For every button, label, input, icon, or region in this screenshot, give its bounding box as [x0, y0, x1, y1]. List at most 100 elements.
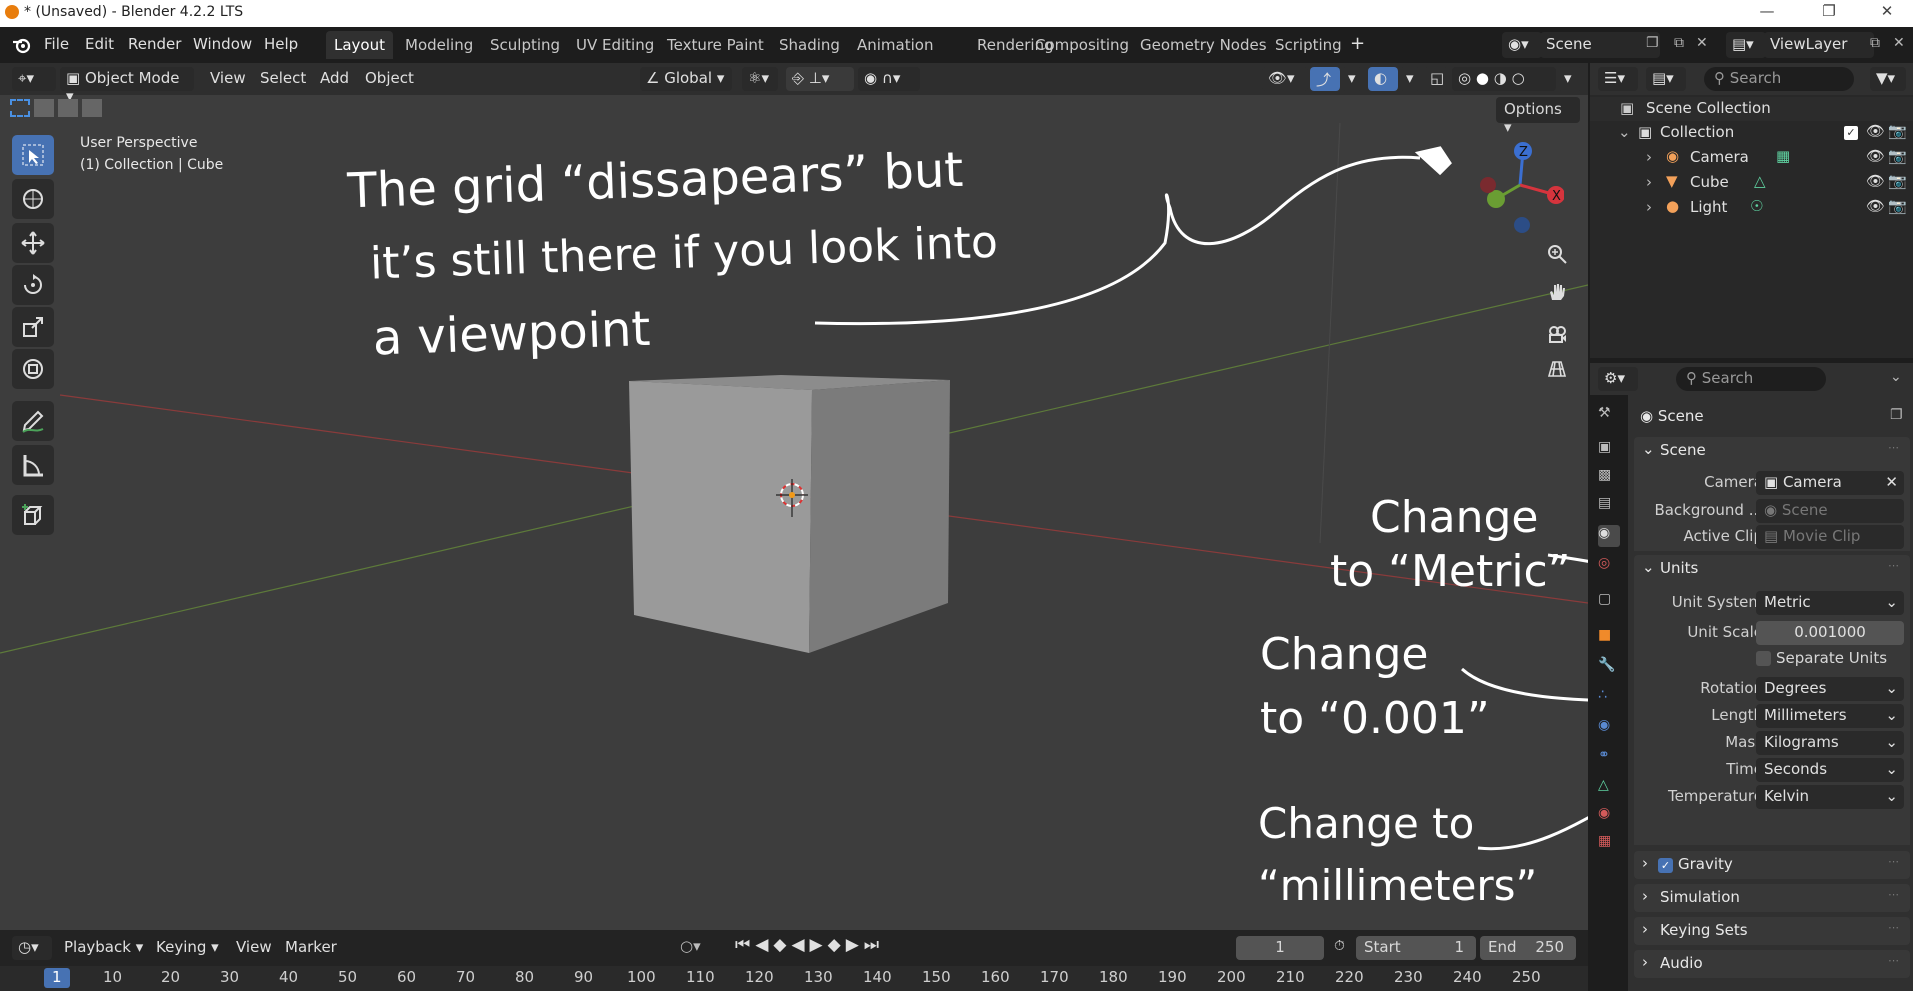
menu-view[interactable]: View: [210, 69, 246, 87]
visibility-eye-icon[interactable]: 👁: [1866, 122, 1885, 140]
xray-toggle[interactable]: ◱: [1424, 67, 1448, 91]
gravity-checkbox[interactable]: ✓: [1658, 858, 1673, 873]
outliner-row-scene-collection[interactable]: ▣ Scene Collection: [1590, 97, 1913, 121]
jump-end-icon[interactable]: ⏭: [864, 935, 884, 955]
end-frame-field[interactable]: End 250: [1480, 936, 1576, 960]
clear-camera-icon[interactable]: ✕: [1885, 473, 1898, 491]
data-tab-icon[interactable]: △: [1598, 777, 1620, 799]
delete-scene-icon[interactable]: ✕: [1696, 35, 1708, 51]
auto-keying-toggle[interactable]: ○▾: [680, 937, 701, 955]
start-frame-field[interactable]: Start 1: [1356, 936, 1476, 960]
close-window-button[interactable]: ✕: [1872, 2, 1902, 20]
tab-layout[interactable]: Layout: [326, 31, 393, 59]
measure-tool[interactable]: [12, 445, 54, 485]
menu-add[interactable]: Add: [320, 69, 349, 87]
overlay-dropdown[interactable]: ▾: [1400, 67, 1420, 91]
drag-handle-icon[interactable]: ⋯: [1888, 559, 1899, 572]
tab-texture-paint[interactable]: Texture Paint: [659, 31, 772, 59]
timeline-editor-type-dropdown[interactable]: ◷▾: [12, 936, 52, 960]
active-clip-field[interactable]: ▤ Movie Clip: [1756, 525, 1904, 549]
properties-search-input[interactable]: ⚲ Search: [1676, 367, 1826, 391]
timeline-editor[interactable]: ◷▾ Playback ▾ Keying ▾ View Marker ○▾ ⏮◀…: [0, 930, 1588, 991]
viewlayer-browse-icon[interactable]: ▤▾: [1726, 32, 1766, 58]
tab-compositing[interactable]: Compositing: [1027, 31, 1137, 59]
cursor-tool[interactable]: [12, 179, 54, 219]
tool-tab-icon[interactable]: ⚒: [1598, 405, 1620, 427]
mode-dropdown[interactable]: ▣ Object Mode ▾: [60, 67, 194, 105]
rotate-tool[interactable]: [12, 265, 54, 305]
current-frame-field[interactable]: 1: [1236, 936, 1324, 960]
render-camera-icon[interactable]: 📷: [1888, 122, 1907, 140]
scene-camera-field[interactable]: ▣ Camera ✕: [1756, 471, 1904, 495]
jump-start-icon[interactable]: ⏮: [735, 935, 755, 955]
gizmo-toggle[interactable]: ⤴: [1310, 67, 1340, 91]
menu-marker[interactable]: Marker: [285, 938, 337, 956]
blender-menu-icon[interactable]: [12, 36, 32, 54]
constraints-tab-icon[interactable]: ⚭: [1598, 747, 1620, 769]
light-visibility-eye-icon[interactable]: 👁: [1866, 197, 1885, 215]
tab-geometry-nodes[interactable]: Geometry Nodes: [1132, 31, 1275, 59]
material-tab-icon[interactable]: ◉: [1598, 805, 1620, 827]
gizmo-dropdown[interactable]: ▾: [1342, 67, 1362, 91]
length-dropdown[interactable]: Millimeters ⌄: [1756, 704, 1904, 728]
outliner-editor-type-dropdown[interactable]: ☰▾: [1598, 67, 1638, 91]
selection-mode-buttons[interactable]: [10, 99, 130, 121]
annotate-tool[interactable]: [12, 401, 54, 441]
zoom-button[interactable]: [1542, 239, 1572, 269]
chevron-right-icon[interactable]: ›: [1646, 148, 1652, 166]
modifier-tab-icon[interactable]: 🔧: [1598, 657, 1620, 679]
unit-system-dropdown[interactable]: Metric ⌄: [1756, 591, 1904, 615]
add-workspace-button[interactable]: +: [1350, 33, 1365, 54]
shading-dropdown[interactable]: ▾: [1558, 67, 1582, 91]
viewlayer-name-field[interactable]: ViewLayer: [1764, 32, 1874, 58]
scene-tab-icon[interactable]: ◉: [1598, 525, 1620, 547]
time-dropdown[interactable]: Seconds ⌄: [1756, 758, 1904, 782]
world-tab-icon[interactable]: ◎: [1598, 555, 1620, 577]
camera-view-button[interactable]: [1542, 319, 1572, 349]
physics-tab-icon[interactable]: ◉: [1598, 717, 1620, 739]
move-tool[interactable]: [12, 223, 54, 263]
menu-keying[interactable]: Keying ▾: [156, 938, 219, 956]
temperature-dropdown[interactable]: Kelvin ⌄: [1756, 785, 1904, 809]
properties-editor-type-dropdown[interactable]: ⚙▾: [1598, 367, 1638, 391]
add-cube-tool[interactable]: [12, 495, 54, 535]
exclude-checkbox[interactable]: ✓: [1844, 126, 1858, 140]
mass-dropdown[interactable]: Kilograms ⌄: [1756, 731, 1904, 755]
drag-handle-icon[interactable]: ⋯: [1888, 921, 1899, 934]
unit-scale-field[interactable]: 0.001000: [1756, 621, 1904, 645]
audio-panel-header[interactable]: › Audio ⋯: [1634, 950, 1910, 978]
transform-orientation-dropdown[interactable]: ∠ Global ▾: [640, 67, 732, 91]
filter-dropdown[interactable]: ▼▾: [1870, 67, 1906, 91]
play-icon[interactable]: ▶: [810, 935, 828, 955]
pan-button[interactable]: [1542, 277, 1572, 307]
scene-name-field[interactable]: Scene: [1540, 32, 1660, 58]
units-panel-header[interactable]: ⌄ Units ⋯: [1634, 555, 1910, 583]
tab-sculpting[interactable]: Sculpting: [482, 31, 568, 59]
texture-tab-icon[interactable]: ▦: [1598, 833, 1620, 855]
select-box-tool[interactable]: [12, 135, 54, 175]
rotation-dropdown[interactable]: Degrees ⌄: [1756, 677, 1904, 701]
delete-viewlayer-icon[interactable]: ✕: [1893, 35, 1905, 51]
gravity-panel-header[interactable]: › ✓ Gravity ⋯: [1634, 851, 1910, 879]
properties-options-icon[interactable]: ⌄: [1890, 369, 1902, 385]
menu-timeline-view[interactable]: View: [236, 938, 272, 956]
menu-file[interactable]: File: [44, 35, 69, 53]
pin-icon[interactable]: ❐: [1890, 407, 1903, 423]
editor-type-dropdown[interactable]: ⌖▾: [12, 67, 56, 91]
tab-scripting[interactable]: Scripting: [1267, 31, 1350, 59]
drag-handle-icon[interactable]: ⋯: [1888, 441, 1899, 454]
separate-units-checkbox[interactable]: [1756, 651, 1771, 666]
chevron-right-icon[interactable]: ›: [1646, 198, 1652, 216]
display-mode-dropdown[interactable]: ▤▾: [1646, 67, 1686, 91]
3d-viewport[interactable]: The grid “dissapears” but it’s still the…: [0, 63, 1588, 930]
outliner-row-collection[interactable]: ⌄ ▣ Collection ✓ 👁 📷: [1590, 121, 1913, 145]
tab-animation[interactable]: Animation: [849, 31, 941, 59]
menu-window[interactable]: Window: [193, 35, 252, 53]
minimize-button[interactable]: —: [1752, 2, 1782, 20]
view-layer-tab-icon[interactable]: ▤: [1598, 495, 1620, 517]
pivot-point-dropdown[interactable]: ⚛▾: [742, 67, 778, 91]
prev-keyframe-icon[interactable]: ◀◆: [755, 935, 791, 955]
play-reverse-icon[interactable]: ◀: [791, 935, 809, 955]
scene-panel-header[interactable]: ⌄ Scene ⋯: [1634, 437, 1910, 465]
menu-help[interactable]: Help: [264, 35, 298, 53]
